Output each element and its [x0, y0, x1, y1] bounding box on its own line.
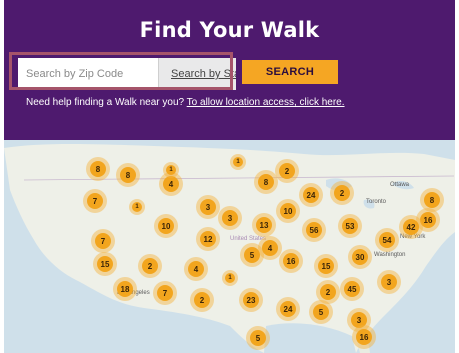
cluster-marker[interactable]: 13: [256, 217, 272, 233]
cluster-marker[interactable]: 15: [318, 258, 334, 274]
cluster-marker[interactable]: 4: [163, 176, 179, 192]
label-united-states: United States: [230, 236, 267, 242]
cluster-marker[interactable]: 54: [379, 232, 395, 248]
cluster-marker[interactable]: 2: [194, 292, 210, 308]
cluster-marker[interactable]: 10: [280, 203, 296, 219]
cluster-marker[interactable]: 7: [95, 233, 111, 249]
cluster-marker[interactable]: 2: [279, 163, 295, 179]
help-text-prefix: Need help finding a Walk near you?: [26, 97, 187, 108]
cluster-marker[interactable]: 3: [381, 274, 397, 290]
help-text: Need help finding a Walk near you? To al…: [26, 97, 345, 108]
cluster-marker[interactable]: 16: [356, 329, 372, 345]
cluster-marker[interactable]: 15: [97, 256, 113, 272]
cluster-marker[interactable]: 5: [250, 330, 266, 346]
cluster-marker[interactable]: 1: [166, 165, 176, 175]
cluster-marker[interactable]: 53: [342, 218, 358, 234]
search-box: Search by State: [18, 58, 236, 90]
cluster-marker[interactable]: 8: [424, 192, 440, 208]
cluster-marker[interactable]: 1: [233, 157, 243, 167]
cluster-marker[interactable]: 3: [200, 199, 216, 215]
location-access-link[interactable]: To allow location access, click here.: [187, 97, 345, 108]
cluster-marker[interactable]: 5: [313, 304, 329, 320]
cluster-marker[interactable]: 1: [225, 273, 235, 283]
cluster-marker[interactable]: 7: [157, 285, 173, 301]
cluster-marker[interactable]: 2: [320, 284, 336, 300]
cluster-marker[interactable]: 45: [344, 281, 360, 297]
cluster-marker[interactable]: 7: [87, 193, 103, 209]
cluster-marker[interactable]: 8: [90, 161, 106, 177]
cluster-marker[interactable]: 16: [420, 212, 436, 228]
cluster-marker[interactable]: 12: [200, 231, 216, 247]
cluster-marker[interactable]: 42: [403, 219, 419, 235]
cluster-marker[interactable]: 24: [303, 187, 319, 203]
cluster-marker[interactable]: 4: [188, 261, 204, 277]
search-button[interactable]: SEARCH: [242, 60, 338, 84]
cluster-marker[interactable]: 56: [306, 222, 322, 238]
page-frame: Find Your Walk Search by State SEARCH Ne…: [0, 0, 459, 353]
cluster-marker[interactable]: 24: [280, 301, 296, 317]
search-by-state-link[interactable]: Search by State: [158, 58, 236, 90]
cluster-marker[interactable]: 23: [243, 292, 259, 308]
cluster-marker[interactable]: 5: [244, 247, 260, 263]
cluster-marker[interactable]: 4: [262, 240, 278, 256]
cluster-marker[interactable]: 8: [258, 174, 274, 190]
cluster-marker[interactable]: 2: [334, 185, 350, 201]
cluster-marker[interactable]: 3: [222, 210, 238, 226]
cluster-marker[interactable]: 18: [117, 281, 133, 297]
cluster-marker[interactable]: 16: [283, 253, 299, 269]
label-toronto: Toronto: [366, 199, 387, 205]
cluster-marker[interactable]: 30: [352, 249, 368, 265]
zip-code-input[interactable]: [18, 58, 152, 90]
cluster-marker[interactable]: 3: [351, 312, 367, 328]
page-title: Find Your Walk: [139, 18, 320, 42]
find-walk-header: Find Your Walk Search by State SEARCH Ne…: [4, 0, 455, 140]
cluster-marker[interactable]: 1: [132, 202, 142, 212]
label-washington: Washington: [374, 252, 406, 258]
cluster-marker[interactable]: 8: [120, 167, 136, 183]
label-new-york: New York: [400, 234, 426, 240]
label-ottawa: Ottawa: [390, 182, 410, 188]
walk-map[interactable]: Ottawa Toronto New York Washington Unite…: [4, 140, 455, 353]
cluster-marker[interactable]: 2: [142, 258, 158, 274]
cluster-marker[interactable]: 10: [158, 218, 174, 234]
